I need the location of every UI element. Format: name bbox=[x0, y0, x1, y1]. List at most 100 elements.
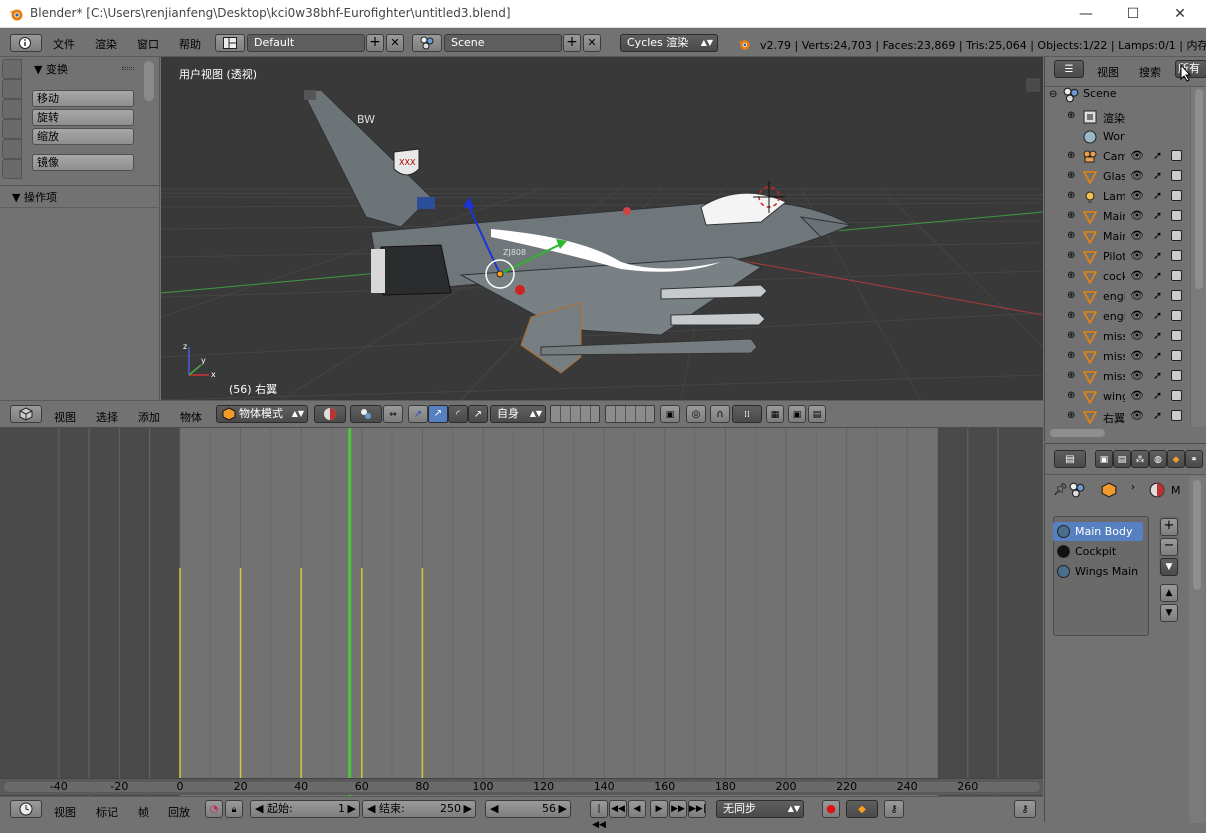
outliner-item-name[interactable]: engine bbox=[1103, 290, 1125, 303]
outliner-row[interactable]: World bbox=[1045, 127, 1190, 147]
select-arrow-icon[interactable]: ➚ bbox=[1153, 189, 1162, 202]
expand-icon[interactable]: ⊕ bbox=[1067, 330, 1075, 341]
timeline-scrollbar[interactable] bbox=[4, 782, 1040, 792]
collapse-icon[interactable]: ⊖ bbox=[1049, 89, 1061, 101]
remove-material-slot-button[interactable]: − bbox=[1160, 538, 1178, 556]
tab-layers[interactable]: ▤ bbox=[1113, 450, 1131, 468]
operator-panel-header[interactable]: ▼ 操作项 bbox=[12, 189, 57, 205]
start-frame-field[interactable]: ◀ 起始: 1 ▶ bbox=[250, 800, 360, 818]
outliner-item-name[interactable]: engine bbox=[1103, 310, 1125, 323]
expand-icon[interactable]: ⊕ bbox=[1067, 270, 1075, 281]
rotate-manipulator-button[interactable]: ↗ bbox=[428, 405, 448, 423]
outliner-hscrollbar[interactable] bbox=[1050, 429, 1105, 437]
orientation-dropdown[interactable]: 自身 ▲▼ bbox=[490, 405, 546, 423]
snap-element-dropdown[interactable]: ⁞⁞ bbox=[732, 405, 762, 423]
render-toggle-icon[interactable] bbox=[1171, 190, 1182, 201]
outliner-item-name[interactable]: missile bbox=[1103, 370, 1125, 383]
tab-render[interactable]: ▣ bbox=[1095, 450, 1113, 468]
layer-buttons-1[interactable] bbox=[550, 405, 600, 423]
mirror-button[interactable]: 镜像 bbox=[32, 154, 134, 171]
next-keyframe-button[interactable]: ▶▶ bbox=[669, 800, 687, 818]
eurofighter-model[interactable]: BW XXX ZJ808 bbox=[302, 89, 853, 374]
eye-icon[interactable]: 👁︎ bbox=[1130, 309, 1144, 322]
pin-icon[interactable]: 📌︎ bbox=[1053, 482, 1068, 496]
3d-viewport[interactable]: BW XXX ZJ808 z y x 用户视图 (透视) (56) 右翼 bbox=[161, 57, 1043, 400]
outliner-item-name[interactable]: wings bbox=[1103, 390, 1125, 403]
outliner-row[interactable]: ⊕ Lamp 👁︎ ➚ bbox=[1045, 187, 1190, 207]
play-reverse-button[interactable]: ◀ bbox=[628, 800, 646, 818]
tab-constraints[interactable]: ⚭ bbox=[1185, 450, 1203, 468]
properties-tabs[interactable]: ▣ ▤ ⁂ ◍ ◆ ⚭ bbox=[1095, 450, 1206, 468]
timeline-menu-view[interactable]: 视图 bbox=[54, 804, 76, 820]
timeline-menu-marker[interactable]: 标记 bbox=[96, 804, 118, 820]
material-specials-button[interactable]: ▼ bbox=[1160, 558, 1178, 576]
tab-scene[interactable]: ⁂ bbox=[1131, 450, 1149, 468]
outliner-item-name[interactable]: Main bbox=[1103, 230, 1125, 243]
outliner-row[interactable]: ⊕ engine 👁︎ ➚ bbox=[1045, 287, 1190, 307]
outliner-item-name[interactable]: Lamp bbox=[1103, 190, 1125, 203]
rotate-button[interactable]: 旋转 bbox=[32, 109, 134, 126]
expand-icon[interactable]: ⊕ bbox=[1067, 410, 1075, 421]
eye-icon[interactable]: 👁︎ bbox=[1130, 249, 1144, 262]
material-slot[interactable]: Main Body bbox=[1053, 522, 1143, 541]
add-scene-button[interactable]: + bbox=[563, 34, 581, 52]
expand-icon[interactable]: ⊕ bbox=[1067, 310, 1075, 321]
move-slot-down-button[interactable]: ▼ bbox=[1160, 604, 1178, 622]
expand-icon[interactable]: ⊕ bbox=[1067, 110, 1075, 121]
select-arrow-icon[interactable]: ➚ bbox=[1153, 149, 1162, 162]
tab-world[interactable]: ◍ bbox=[1149, 450, 1167, 468]
expand-icon[interactable]: ⊕ bbox=[1067, 350, 1075, 361]
move-button[interactable]: 移动 bbox=[32, 90, 134, 107]
eye-icon[interactable]: 👁︎ bbox=[1130, 269, 1144, 282]
material-slot[interactable]: Wings Main bbox=[1053, 562, 1143, 581]
delete-scene-button[interactable]: ✕ bbox=[583, 34, 601, 52]
viewport-corner-button[interactable] bbox=[1026, 78, 1040, 92]
transform-arrow-button[interactable]: ↗ bbox=[468, 405, 488, 423]
menu-view[interactable]: 视图 bbox=[54, 409, 76, 425]
auto-keying-button[interactable]: ● bbox=[822, 800, 840, 818]
tool-shelf-tabs[interactable] bbox=[2, 59, 22, 189]
timeline-canvas[interactable] bbox=[0, 428, 1043, 796]
expand-icon[interactable]: ⊕ bbox=[1067, 190, 1075, 201]
eye-icon[interactable]: 👁︎ bbox=[1130, 289, 1144, 302]
keying-set-dropdown[interactable]: ◆ bbox=[846, 800, 878, 818]
scene-root[interactable]: Scene bbox=[1083, 87, 1117, 100]
outliner-item-name[interactable]: missile bbox=[1103, 350, 1125, 363]
expand-icon[interactable]: ⊕ bbox=[1067, 390, 1075, 401]
timeline-menu-playback[interactable]: 回放 bbox=[168, 804, 190, 820]
menu-add[interactable]: 添加 bbox=[138, 409, 160, 425]
select-arrow-icon[interactable]: ➚ bbox=[1153, 329, 1162, 342]
outliner-row[interactable]: ⊕ Main 👁︎ ➚ bbox=[1045, 207, 1190, 227]
outliner-item-name[interactable]: missile bbox=[1103, 330, 1125, 343]
eye-icon[interactable]: 👁︎ bbox=[1130, 409, 1144, 422]
delete-layout-button[interactable]: ✕ bbox=[386, 34, 404, 52]
select-arrow-icon[interactable]: ➚ bbox=[1153, 249, 1162, 262]
proportional-edit-button[interactable]: ◎ bbox=[686, 405, 706, 423]
outliner-row[interactable]: ⊕ cockpit 👁︎ ➚ bbox=[1045, 267, 1190, 287]
render-toggle-icon[interactable] bbox=[1171, 390, 1182, 401]
render-toggle-icon[interactable] bbox=[1171, 170, 1182, 181]
render-toggle-icon[interactable] bbox=[1171, 350, 1182, 361]
outliner-item-name[interactable]: 右翼 bbox=[1103, 410, 1125, 426]
expand-icon[interactable]: ⊕ bbox=[1067, 210, 1075, 221]
render-toggle-icon[interactable] bbox=[1171, 410, 1182, 421]
eye-icon[interactable]: 👁︎ bbox=[1130, 389, 1144, 402]
outliner-vscrollbar[interactable] bbox=[1195, 89, 1203, 289]
snap-target-button[interactable]: ▦ bbox=[766, 405, 784, 423]
render-toggle-icon[interactable] bbox=[1171, 150, 1182, 161]
render-toggle-icon[interactable] bbox=[1171, 230, 1182, 241]
layer-buttons-2[interactable] bbox=[605, 405, 655, 423]
maximize-button[interactable]: ☐ bbox=[1113, 4, 1153, 24]
expand-icon[interactable]: ⊕ bbox=[1067, 230, 1075, 241]
scale-button[interactable]: 缩放 bbox=[32, 128, 134, 145]
scale-manipulator-button[interactable]: ◜ bbox=[448, 405, 468, 423]
insert-keyframe-button[interactable]: ⚷ bbox=[884, 800, 904, 818]
eye-icon[interactable]: 👁︎ bbox=[1130, 149, 1144, 162]
outliner-item-name[interactable]: Camera bbox=[1103, 150, 1125, 163]
select-arrow-icon[interactable]: ➚ bbox=[1153, 169, 1162, 182]
outliner-row[interactable]: ⊕ wings 👁︎ ➚ bbox=[1045, 387, 1190, 407]
expand-icon[interactable]: ⊕ bbox=[1067, 370, 1075, 381]
render-toggle-icon[interactable] bbox=[1171, 290, 1182, 301]
expand-icon[interactable]: ⊕ bbox=[1067, 250, 1075, 261]
editor-type-properties-button[interactable]: ▤ bbox=[1054, 450, 1086, 468]
